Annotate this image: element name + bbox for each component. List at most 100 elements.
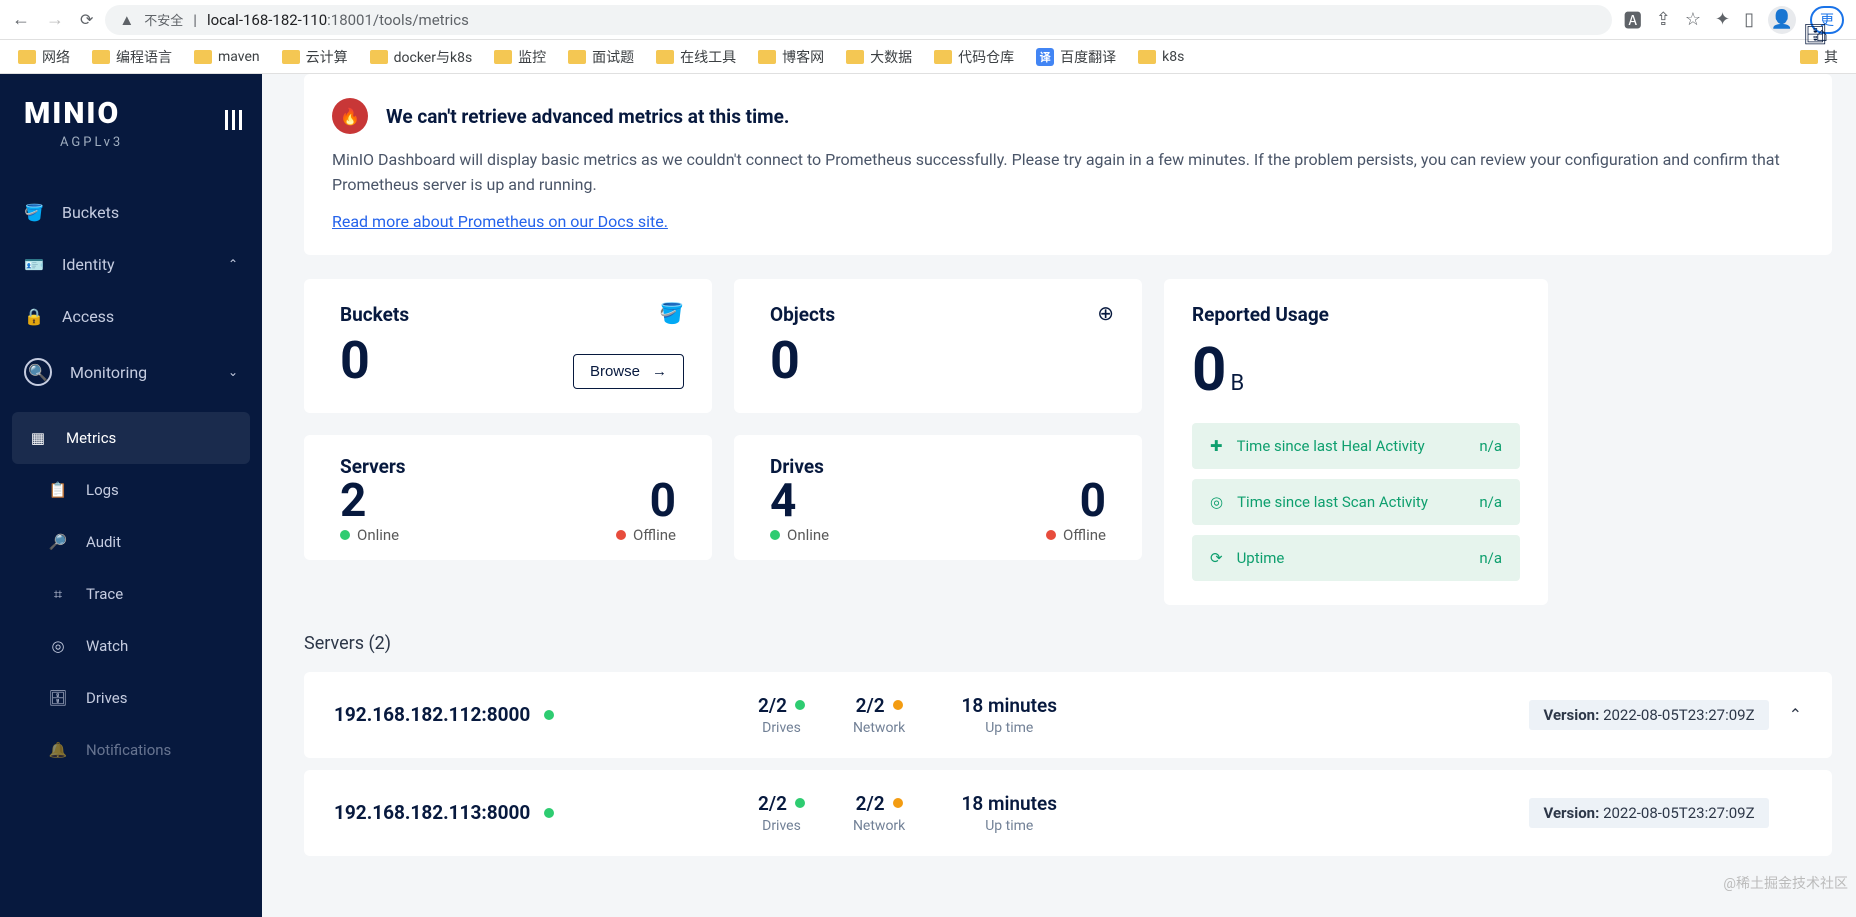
bookmarks-bar: 网络 编程语言 maven 云计算 docker与k8s 监控 面试题 在线工具…	[0, 40, 1856, 74]
sidebar-item-identity[interactable]: 🪪Identity⌃	[0, 238, 262, 290]
scan-icon: ◎	[1210, 493, 1223, 511]
bookmark-item[interactable]: 网络	[18, 47, 70, 67]
arrow-right-icon: →	[652, 363, 667, 380]
sidebar: MINIO AGPLv3 🪣Buckets 🪪Identity⌃ 🔒Access…	[0, 74, 262, 917]
folder-icon	[282, 50, 300, 64]
profile-avatar[interactable]: 👤	[1768, 6, 1796, 34]
menu-toggle-icon[interactable]	[225, 110, 242, 130]
forward-button[interactable]: →	[46, 9, 64, 30]
servers-section: Servers (2) 192.168.182.112:8000 2/2Driv…	[304, 633, 1832, 856]
objects-icon: ⊕	[1097, 301, 1114, 325]
servers-section-title: Servers (2)	[304, 633, 1832, 654]
bookmark-item[interactable]: k8s	[1138, 49, 1184, 65]
folder-icon	[846, 50, 864, 64]
folder-icon	[92, 50, 110, 64]
bookmark-star-icon[interactable]: ☆	[1685, 9, 1701, 30]
status-dot-online	[770, 530, 780, 540]
trace-icon: ⌗	[48, 584, 68, 604]
browser-toolbar: ← → ⟳ ▲ 不安全 | local-168-182-110:18001/to…	[0, 0, 1856, 40]
drives-offline-value: 0	[1046, 478, 1106, 524]
browse-button[interactable]: Browse→	[573, 354, 684, 389]
reload-button[interactable]: ⟳	[80, 10, 93, 29]
sidebar-sub-notifications[interactable]: 🔔Notifications	[0, 724, 262, 776]
chevron-up-icon: ⌃	[228, 257, 238, 271]
drives-icon: 🗄	[48, 688, 68, 708]
extensions-icon[interactable]: ✦	[1715, 9, 1730, 30]
url-port: :18001	[327, 11, 373, 29]
sidebar-item-access[interactable]: 🔒Access	[0, 290, 262, 342]
version-badge: Version: 2022-08-05T23:27:09Z	[1529, 798, 1768, 828]
folder-icon	[1138, 50, 1156, 64]
alert-docs-link[interactable]: Read more about Prometheus on our Docs s…	[332, 212, 668, 231]
security-label: 不安全	[144, 10, 183, 29]
sidebar-sub-logs[interactable]: 📋Logs	[0, 464, 262, 516]
bookmark-item[interactable]: 译百度翻译	[1036, 47, 1116, 67]
bookmark-item[interactable]: 代码仓库	[934, 47, 1014, 67]
logo: MINIO	[24, 96, 238, 131]
bookmark-item[interactable]: 其	[1800, 47, 1838, 67]
share-icon[interactable]: ⇪	[1656, 9, 1671, 30]
watermark: @稀土掘金技术社区	[1723, 873, 1848, 893]
drives-label: Drives	[770, 455, 1106, 478]
sidebar-sub-metrics[interactable]: ▦Metrics	[12, 412, 250, 464]
sidebar-sub-drives[interactable]: 🗄Drives	[0, 672, 262, 724]
sidebar-sub-trace[interactable]: ⌗Trace	[0, 568, 262, 620]
license-label: AGPLv3	[24, 135, 238, 150]
logo-area: MINIO AGPLv3	[0, 74, 262, 158]
back-button[interactable]: ←	[12, 9, 30, 30]
alert-body: MinIO Dashboard will display basic metri…	[332, 148, 1804, 198]
sidebar-sub-watch[interactable]: ◎Watch	[0, 620, 262, 672]
sidebar-item-monitoring[interactable]: 🔍Monitoring⌄	[0, 342, 262, 402]
activity-scan: ◎Time since last Scan Activityn/a	[1192, 479, 1520, 525]
folder-icon	[934, 50, 952, 64]
identity-icon: 🪪	[24, 254, 44, 274]
bucket-icon: 🪣	[659, 301, 684, 325]
activity-heal: ✚Time since last Heal Activityn/a	[1192, 423, 1520, 469]
reported-usage-card: Reported Usage 0B ✚Time since last Heal …	[1164, 279, 1548, 605]
reported-title: Reported Usage	[1192, 303, 1520, 326]
lock-icon: 🔒	[24, 306, 44, 326]
folder-icon	[758, 50, 776, 64]
logs-icon: 📋	[48, 480, 68, 500]
url-separator: |	[193, 11, 197, 29]
app-root: MINIO AGPLv3 🪣Buckets 🪪Identity⌃ 🔒Access…	[0, 74, 1856, 917]
server-row: 192.168.182.113:8000 2/2Drives 2/2Networ…	[304, 770, 1832, 856]
sidebar-sub-audit[interactable]: 🔎Audit	[0, 516, 262, 568]
expand-toggle[interactable]: ⌃	[1789, 705, 1802, 724]
status-dot-online	[340, 530, 350, 540]
bookmark-item[interactable]: 面试题	[568, 47, 634, 67]
bookmark-item[interactable]: 大数据	[846, 47, 912, 67]
bookmark-item[interactable]: docker与k8s	[370, 47, 473, 67]
bookmark-item[interactable]: 在线工具	[656, 47, 736, 67]
translate-icon: 译	[1036, 48, 1054, 66]
status-dot	[544, 808, 554, 818]
folder-icon	[656, 50, 674, 64]
bookmark-item[interactable]: maven	[194, 49, 260, 65]
sidebar-item-buckets[interactable]: 🪣Buckets	[0, 186, 262, 238]
status-dot	[795, 700, 805, 710]
monitoring-icon: 🔍	[24, 358, 52, 386]
bucket-icon: 🪣	[24, 202, 44, 222]
panel-icon[interactable]: ▯	[1744, 9, 1754, 30]
folder-icon	[568, 50, 586, 64]
main-content: 🔥 We can't retrieve advanced metrics at …	[262, 74, 1856, 917]
bookmark-item[interactable]: 编程语言	[92, 47, 172, 67]
alert-card: 🔥 We can't retrieve advanced metrics at …	[304, 74, 1832, 255]
chevron-down-icon: ⌄	[228, 365, 238, 379]
bookmark-item[interactable]: 云计算	[282, 47, 348, 67]
insecure-icon: ▲	[119, 11, 134, 29]
activity-uptime: ⟳Uptimen/a	[1192, 535, 1520, 581]
folder-icon	[370, 50, 388, 64]
url-path: /tools/metrics	[373, 11, 469, 29]
buckets-card: 🪣 Buckets 0 Browse→	[304, 279, 712, 413]
watch-icon: ◎	[48, 636, 68, 656]
notifications-icon: 🔔	[48, 740, 68, 760]
servers-label: Servers	[340, 455, 676, 478]
translate-icon[interactable]: 🅰	[1624, 7, 1642, 33]
address-bar[interactable]: ▲ 不安全 | local-168-182-110:18001/tools/me…	[105, 5, 1611, 35]
folder-icon	[1800, 50, 1818, 64]
bookmark-item[interactable]: 监控	[494, 47, 546, 67]
bookmark-item[interactable]: 博客网	[758, 47, 824, 67]
server-address: 192.168.182.112:8000	[334, 703, 530, 726]
status-dot	[893, 798, 903, 808]
